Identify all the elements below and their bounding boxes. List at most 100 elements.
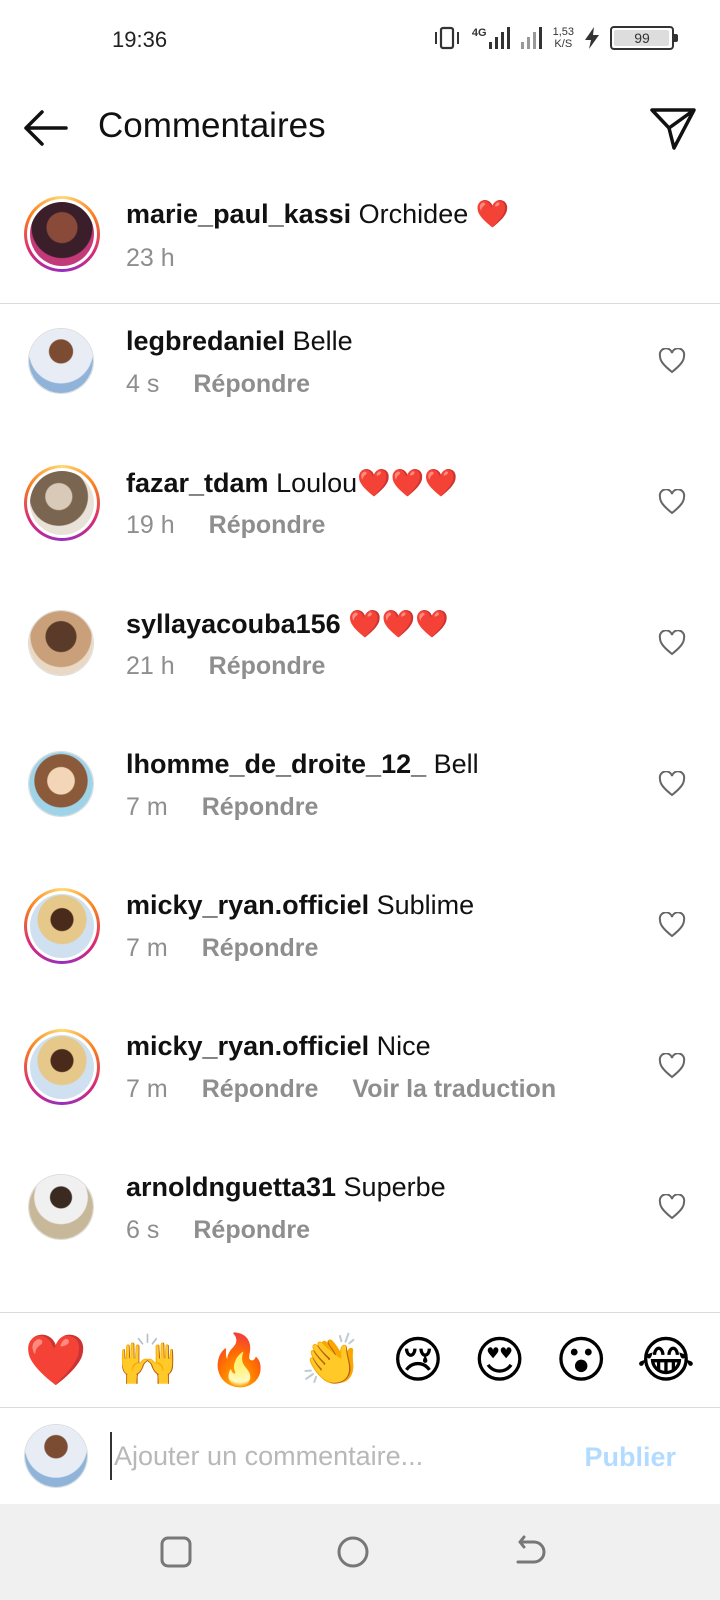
comment-item: legbredaniel Belle 4 s Répondre [0,324,720,468]
status-time: 19:36 [112,27,168,52]
translate-button[interactable]: Voir la traduction [352,1075,556,1104]
home-icon[interactable] [335,1534,371,1570]
battery-text: 99 [634,30,650,46]
comment-text: fazar_tdam Loulou❤️❤️❤️ [126,467,458,499]
comment-meta: 7 m Répondre Voir la traduction [126,1075,556,1104]
avatar[interactable] [24,888,100,964]
speed-unit: K/S [554,38,573,50]
emoji-raised-hands[interactable]: 🙌 [117,1335,179,1385]
caption-text: marie_paul_kassi Orchidee ❤️ [126,198,509,230]
comment-text: lhomme_de_droite_12_ Bell [126,749,479,780]
comment-username[interactable]: legbredaniel [126,326,285,356]
vibrate-icon [434,26,459,50]
caption-body: Orchidee [358,199,476,229]
caption-meta: 23 h [126,244,175,273]
comment-emoji: ❤️❤️❤️ [348,609,450,639]
avatar[interactable] [24,1029,100,1105]
avatar[interactable] [28,328,94,394]
comment-username[interactable]: micky_ryan.officiel [126,890,369,920]
publish-button[interactable]: Publier [584,1442,676,1473]
emoji-surprised[interactable]: 😮 [555,1335,607,1385]
network-type: 4G [471,27,487,39]
share-button[interactable] [648,104,698,154]
comment-time: 7 m [126,1075,168,1103]
comment-meta: 7 m Répondre [126,934,318,963]
emoji-heart-eyes[interactable]: 😍 [474,1335,526,1385]
avatar[interactable] [24,196,100,272]
like-heart-icon[interactable] [658,912,686,938]
comment-body: Bell [433,749,479,779]
emoji-heart[interactable]: ❤️ [25,1335,87,1385]
avatar[interactable] [28,610,94,676]
comment-body: Superbe [343,1172,446,1202]
page-title: Commentaires [98,106,326,145]
reply-button[interactable]: Répondre [193,370,310,399]
caption-username[interactable]: marie_paul_kassi [126,199,351,229]
like-heart-icon[interactable] [658,1053,686,1079]
signal-icon [520,27,542,49]
emoji-laughing[interactable]: 😂 [637,1335,695,1385]
like-heart-icon[interactable] [658,771,686,797]
comment-time: 4 s [126,370,160,398]
comment-item: micky_ryan.officiel Nice 7 m Répondre Vo… [0,1029,720,1173]
like-heart-icon[interactable] [658,489,686,515]
paper-plane-icon [650,108,696,150]
back-button[interactable] [20,106,70,150]
comment-time: 7 m [126,793,168,821]
caption-time: 23 h [126,244,175,272]
speed-value: 1,53 [552,26,574,38]
comment-time: 7 m [126,934,168,962]
navigation-bar [0,1504,720,1600]
status-icons: 4G 1,53 K/S 99 [432,26,678,50]
comment-time: 19 h [126,511,175,539]
like-heart-icon[interactable] [658,630,686,656]
comment-meta: 6 s Répondre [126,1216,310,1245]
comment-username[interactable]: arnoldnguetta31 [126,1172,336,1202]
like-heart-icon[interactable] [658,348,686,374]
comment-body: Loulou [276,468,358,498]
comment-item: syllayacouba156 ❤️❤️❤️ 21 h Répondre [0,606,720,750]
emoji-crying[interactable]: 😢 [392,1335,444,1385]
emoji-bar: ❤️ 🙌 🔥 👏 😢 😍 😮 😂 [0,1312,720,1408]
reply-button[interactable]: Répondre [202,934,319,963]
reply-button[interactable]: Répondre [202,793,319,822]
reply-button[interactable]: Répondre [193,1216,310,1245]
comment-meta: 4 s Répondre [126,370,310,399]
avatar [24,1424,88,1488]
comment-meta: 21 h Répondre [126,652,325,681]
comment-meta: 19 h Répondre [126,511,325,540]
comment-meta: 7 m Répondre [126,793,318,822]
emoji-clap[interactable]: 👏 [300,1335,362,1385]
like-heart-icon[interactable] [658,1194,686,1220]
back-nav-icon[interactable] [512,1534,548,1570]
recent-apps-icon[interactable] [158,1534,194,1570]
avatar[interactable] [24,465,100,541]
comment-item: lhomme_de_droite_12_ Bell 7 m Répondre [0,747,720,891]
comment-username[interactable]: micky_ryan.officiel [126,1031,369,1061]
comment-username[interactable]: lhomme_de_droite_12_ [126,749,426,779]
status-bar: 19:36 4G 1,53 K/S 99 [0,0,720,80]
reply-button[interactable]: Répondre [202,1075,319,1104]
comment-body: Sublime [376,890,475,920]
battery-icon: 99 [610,26,678,50]
reply-button[interactable]: Répondre [209,652,326,681]
avatar[interactable] [28,751,94,817]
header: Commentaires [0,88,720,168]
signal-4g-icon: 4G [472,27,511,49]
comment-time: 6 s [126,1216,160,1244]
comment-item: fazar_tdam Loulou❤️❤️❤️ 19 h Répondre [0,465,720,609]
network-speed: 1,53 K/S [553,26,574,50]
comment-username[interactable]: syllayacouba156 [126,609,341,639]
avatar[interactable] [28,1174,94,1240]
comment-text: legbredaniel Belle [126,326,353,357]
comment-composer: Publier [0,1408,720,1504]
reply-button[interactable]: Répondre [209,511,326,540]
comment-body: Belle [292,326,353,356]
comment-text: arnoldnguetta31 Superbe [126,1172,446,1203]
comment-item: arnoldnguetta31 Superbe 6 s Répondre [0,1170,720,1314]
comment-time: 21 h [126,652,175,680]
comment-text: micky_ryan.officiel Nice [126,1031,431,1062]
comment-username[interactable]: fazar_tdam [126,468,269,498]
emoji-fire[interactable]: 🔥 [208,1335,270,1385]
comment-input[interactable] [110,1432,550,1480]
